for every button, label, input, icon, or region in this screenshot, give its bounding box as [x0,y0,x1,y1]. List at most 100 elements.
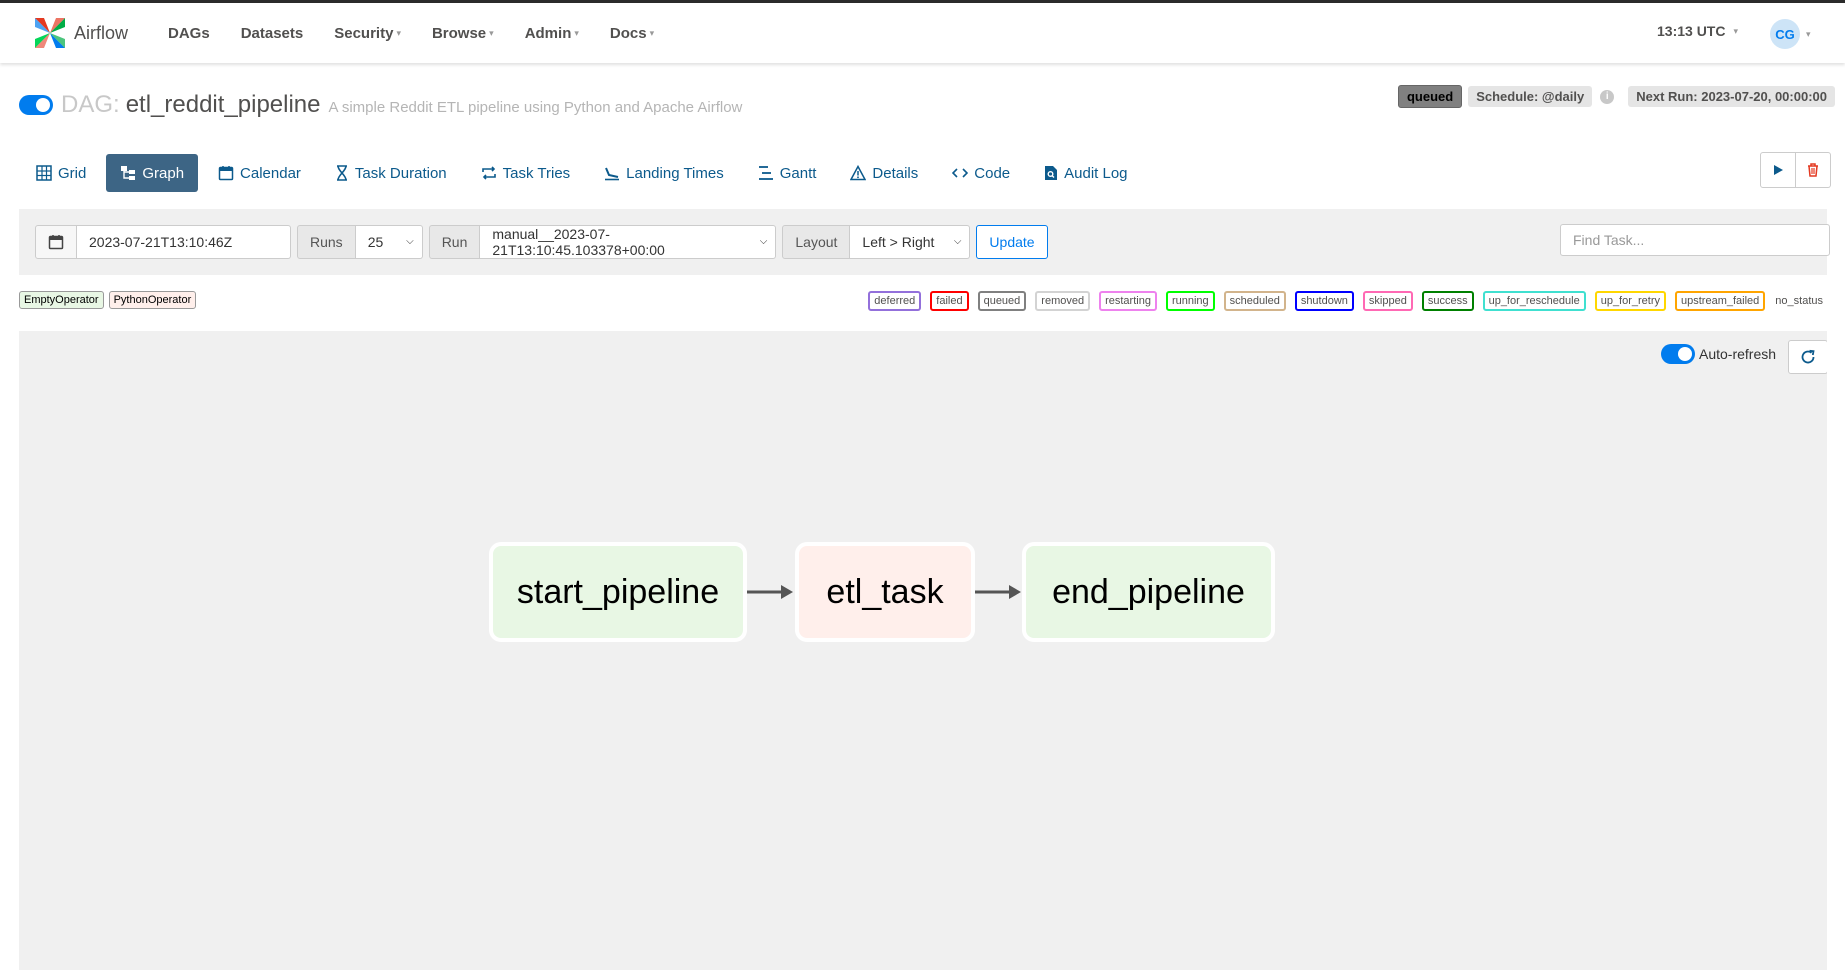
run-select[interactable]: manual__2023-07-21T13:10:45.103378+00:00… [480,225,777,259]
nav-dags[interactable]: DAGs [168,25,210,42]
tab-graph-label: Graph [142,164,185,182]
filter-form: 2023-07-21T13:10:46Z Runs 25 ⌵ Run manua… [35,225,1048,259]
delete-dag-button[interactable] [1796,152,1831,188]
refresh-icon [1801,349,1815,364]
task-node-label: start_pipeline [516,572,720,611]
nav-dags-label: DAGs [168,24,210,42]
dag-view-tabs: Grid Graph Calendar Task Duration Task T… [22,153,1148,193]
run-label: Run [428,225,481,259]
task-node-etl-task[interactable]: etl_task [795,542,975,642]
file-search-icon [1044,165,1058,181]
brand-logo-link[interactable]: Airflow [32,13,128,53]
tab-details[interactable]: Details [836,154,932,192]
runs-select-value: 25 [367,234,384,250]
chevron-down-icon[interactable]: ▾ [1806,29,1811,40]
calendar-icon [218,165,234,181]
edge-start-to-etl [747,585,793,599]
state-up-for-reschedule[interactable]: up_for_reschedule [1482,291,1586,311]
state-queued[interactable]: queued [977,291,1027,311]
user-avatar[interactable]: CG [1770,19,1800,49]
tab-calendar[interactable]: Calendar [204,154,315,192]
tab-audit-log-label: Audit Log [1064,164,1128,182]
chevron-down-icon: ▾ [574,27,579,38]
timezone-dropdown[interactable]: 13:13 UTC ▾ [1657,23,1738,39]
nav-browse[interactable]: Browse ▾ [432,25,494,42]
runs-select[interactable]: 25 ⌵ [355,225,423,259]
task-node-end-pipeline[interactable]: end_pipeline [1022,542,1275,642]
chevron-down-icon: ▾ [649,27,655,38]
calendar-icon [48,235,64,250]
state-up-for-retry[interactable]: up_for_retry [1594,291,1667,311]
info-icon[interactable]: i [1600,89,1615,104]
tab-task-tries[interactable]: Task Tries [467,154,585,192]
repeat-icon [481,165,497,181]
state-restarting[interactable]: restarting [1099,291,1157,311]
tab-code[interactable]: Code [938,154,1024,192]
edge-etl-to-end [975,585,1021,599]
tab-grid-label: Grid [58,164,87,182]
tab-task-duration-label: Task Duration [354,164,447,182]
state-failed[interactable]: failed [930,291,969,311]
tab-audit-log[interactable]: Audit Log [1030,154,1141,192]
dag-graph-canvas[interactable]: Auto-refresh start_pipeline etl_task end… [19,331,1827,970]
state-removed[interactable]: removed [1035,291,1091,311]
state-upstream-failed[interactable]: upstream_failed [1675,291,1766,311]
task-node-start-pipeline[interactable]: start_pipeline [489,542,747,642]
dag-actions [1760,152,1831,188]
warning-icon [850,165,867,181]
run-select-value: manual__2023-07-21T13:10:45.103378+00:00 [492,226,665,258]
nav-security[interactable]: Security ▾ [334,25,401,42]
tab-landing-times[interactable]: Landing Times [590,154,738,192]
nav-docs-label: Docs [609,24,647,42]
trigger-dag-button[interactable] [1760,152,1796,188]
code-icon [952,165,969,181]
refresh-button[interactable] [1788,340,1827,374]
chevron-down-icon: ▾ [396,27,401,38]
landing-icon [604,165,620,181]
nav-admin-label: Admin [524,24,572,42]
brand-name: Airflow [74,22,129,43]
auto-refresh-toggle[interactable] [1661,344,1695,364]
state-legend[interactable]: deferred failed queued removed restartin… [859,291,1827,311]
tab-grid[interactable]: Grid [22,154,100,192]
date-picker-button[interactable] [35,225,77,259]
task-node-label: end_pipeline [1052,572,1245,611]
tab-task-duration[interactable]: Task Duration [321,154,461,192]
dag-meta: queued Schedule: @daily i Next Run: 2023… [1397,85,1835,108]
chevron-down-icon: ▾ [1733,25,1738,36]
hourglass-icon [335,165,349,181]
nav-security-label: Security [334,24,394,42]
auto-refresh-control[interactable]: Auto-refresh [1661,344,1776,364]
airflow-logo-icon [35,18,65,48]
tab-task-tries-label: Task Tries [502,164,571,182]
state-no-status[interactable]: no_status [1771,291,1827,311]
dag-prefix-label: DAG: [61,91,120,118]
nav-datasets[interactable]: Datasets [241,25,304,42]
main-nav: DAGs Datasets Security ▾ Browse ▾ Admin ▾ D… [168,3,685,63]
nav-browse-label: Browse [431,24,487,42]
tab-calendar-label: Calendar [240,164,301,182]
layout-select[interactable]: Left > Right ⌵ [850,225,971,259]
state-scheduled[interactable]: scheduled [1223,291,1286,311]
top-navbar: Airflow DAGs Datasets Security ▾ Browse ▾ … [0,3,1845,63]
nav-admin[interactable]: Admin ▾ [525,25,579,42]
state-shutdown[interactable]: shutdown [1294,291,1354,311]
find-task-input[interactable]: Find Task... [1560,224,1830,256]
nav-docs[interactable]: Docs ▾ [610,25,654,42]
base-date-input[interactable]: 2023-07-21T13:10:46Z [77,225,291,259]
next-run-label: Next Run: 2023-07-20, 00:00:00 [1628,86,1835,107]
dag-pause-toggle[interactable] [19,95,53,115]
state-skipped[interactable]: skipped [1362,291,1413,311]
state-deferred[interactable]: deferred [868,291,922,311]
dag-id-title: etl_reddit_pipeline [125,91,321,118]
dag-title-row: DAG: etl_reddit_pipeline A simple Reddit… [19,91,742,119]
tab-landing-times-label: Landing Times [626,164,724,182]
tab-graph[interactable]: Graph [106,154,199,192]
state-success[interactable]: success [1421,291,1474,311]
task-node-label: etl_task [826,572,944,611]
tab-gantt[interactable]: Gantt [744,154,831,192]
update-button[interactable]: Update [976,225,1048,259]
runs-label: Runs [297,225,356,259]
state-running[interactable]: running [1165,291,1215,311]
tab-gantt-label: Gantt [779,164,817,182]
